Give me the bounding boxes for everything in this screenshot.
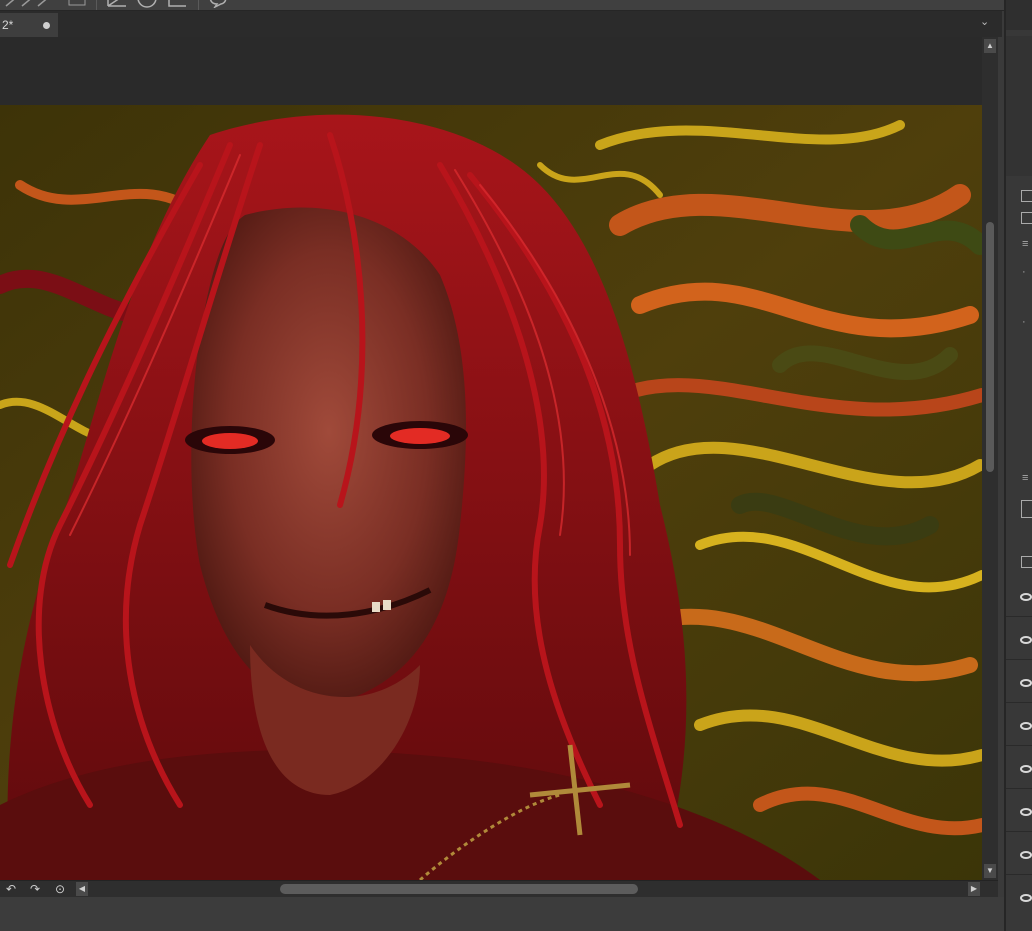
line-icon[interactable] — [166, 0, 188, 8]
toolbar-divider — [198, 0, 199, 10]
layer-divider — [1006, 874, 1032, 875]
vertical-scroll-thumb[interactable] — [986, 222, 994, 472]
speech-bubble-icon[interactable] — [206, 0, 228, 8]
artwork-canvas[interactable] — [0, 105, 982, 880]
scroll-right-icon[interactable]: ▶ — [968, 882, 980, 896]
text-grid-icon[interactable] — [68, 0, 86, 8]
layer-divider — [1006, 745, 1032, 746]
layer-divider — [1006, 702, 1032, 703]
document-tab-title: 2* — [2, 18, 14, 32]
panel-toggle-icon[interactable] — [1021, 190, 1032, 202]
circle-icon[interactable] — [134, 0, 160, 8]
layer-visibility-eye-icon[interactable] — [1020, 765, 1032, 773]
scroll-up-icon[interactable]: ▲ — [984, 39, 996, 53]
tab-list-chevron-icon[interactable]: ⌄ — [980, 15, 989, 28]
panel-toggle-icon[interactable] — [1021, 212, 1032, 224]
document-tab-bar: 2* — [0, 11, 1002, 37]
panel-header — [1006, 0, 1032, 30]
scroll-left-icon[interactable]: ◀ — [76, 882, 88, 896]
layer-visibility-eye-icon[interactable] — [1020, 722, 1032, 730]
right-dock-panel: ≡ · · ≡ — [1004, 0, 1032, 931]
redo-icon[interactable]: ↷ — [28, 882, 42, 896]
canvas-viewport[interactable] — [0, 37, 982, 880]
layer-visibility-eye-icon[interactable] — [1020, 808, 1032, 816]
horizontal-scroll-thumb[interactable] — [280, 884, 638, 894]
navigator-panel — [1006, 36, 1032, 176]
layer-divider — [1006, 788, 1032, 789]
layer-visibility-eye-icon[interactable] — [1020, 593, 1032, 601]
layer-divider — [1006, 831, 1032, 832]
tree-node-icon[interactable]: · — [1022, 316, 1026, 328]
layer-visibility-eye-icon[interactable] — [1020, 894, 1032, 902]
undo-icon[interactable]: ↶ — [4, 882, 18, 896]
layer-property-icon[interactable] — [1021, 500, 1032, 518]
history-icon[interactable]: ⊙ — [53, 882, 67, 896]
canvas-status-bar: ↶ ↷ ⊙ ◀ ▶ — [0, 880, 998, 897]
ruler-icon[interactable] — [4, 0, 64, 8]
panel-menu-icon[interactable]: ≡ — [1022, 472, 1028, 484]
panel-menu-icon[interactable]: ≡ — [1022, 238, 1028, 250]
layer-visibility-eye-icon[interactable] — [1020, 851, 1032, 859]
layer-visibility-eye-icon[interactable] — [1020, 679, 1032, 687]
layer-divider — [1006, 659, 1032, 660]
unsaved-dot-icon[interactable] — [43, 21, 50, 29]
bottom-panel — [0, 897, 1004, 931]
toolbar-divider — [96, 0, 97, 10]
scroll-down-icon[interactable]: ▼ — [984, 864, 996, 878]
top-toolbar — [0, 0, 1032, 11]
tree-node-icon[interactable]: · — [1022, 266, 1026, 278]
layer-visibility-eye-icon[interactable] — [1020, 636, 1032, 644]
vertical-scrollbar[interactable]: ▲ ▼ — [982, 37, 998, 880]
face — [191, 207, 466, 705]
perspective-icon[interactable] — [106, 0, 128, 8]
layer-list-icon[interactable] — [1021, 556, 1032, 568]
document-tab[interactable]: 2* — [0, 13, 58, 37]
layer-divider — [1006, 616, 1032, 617]
